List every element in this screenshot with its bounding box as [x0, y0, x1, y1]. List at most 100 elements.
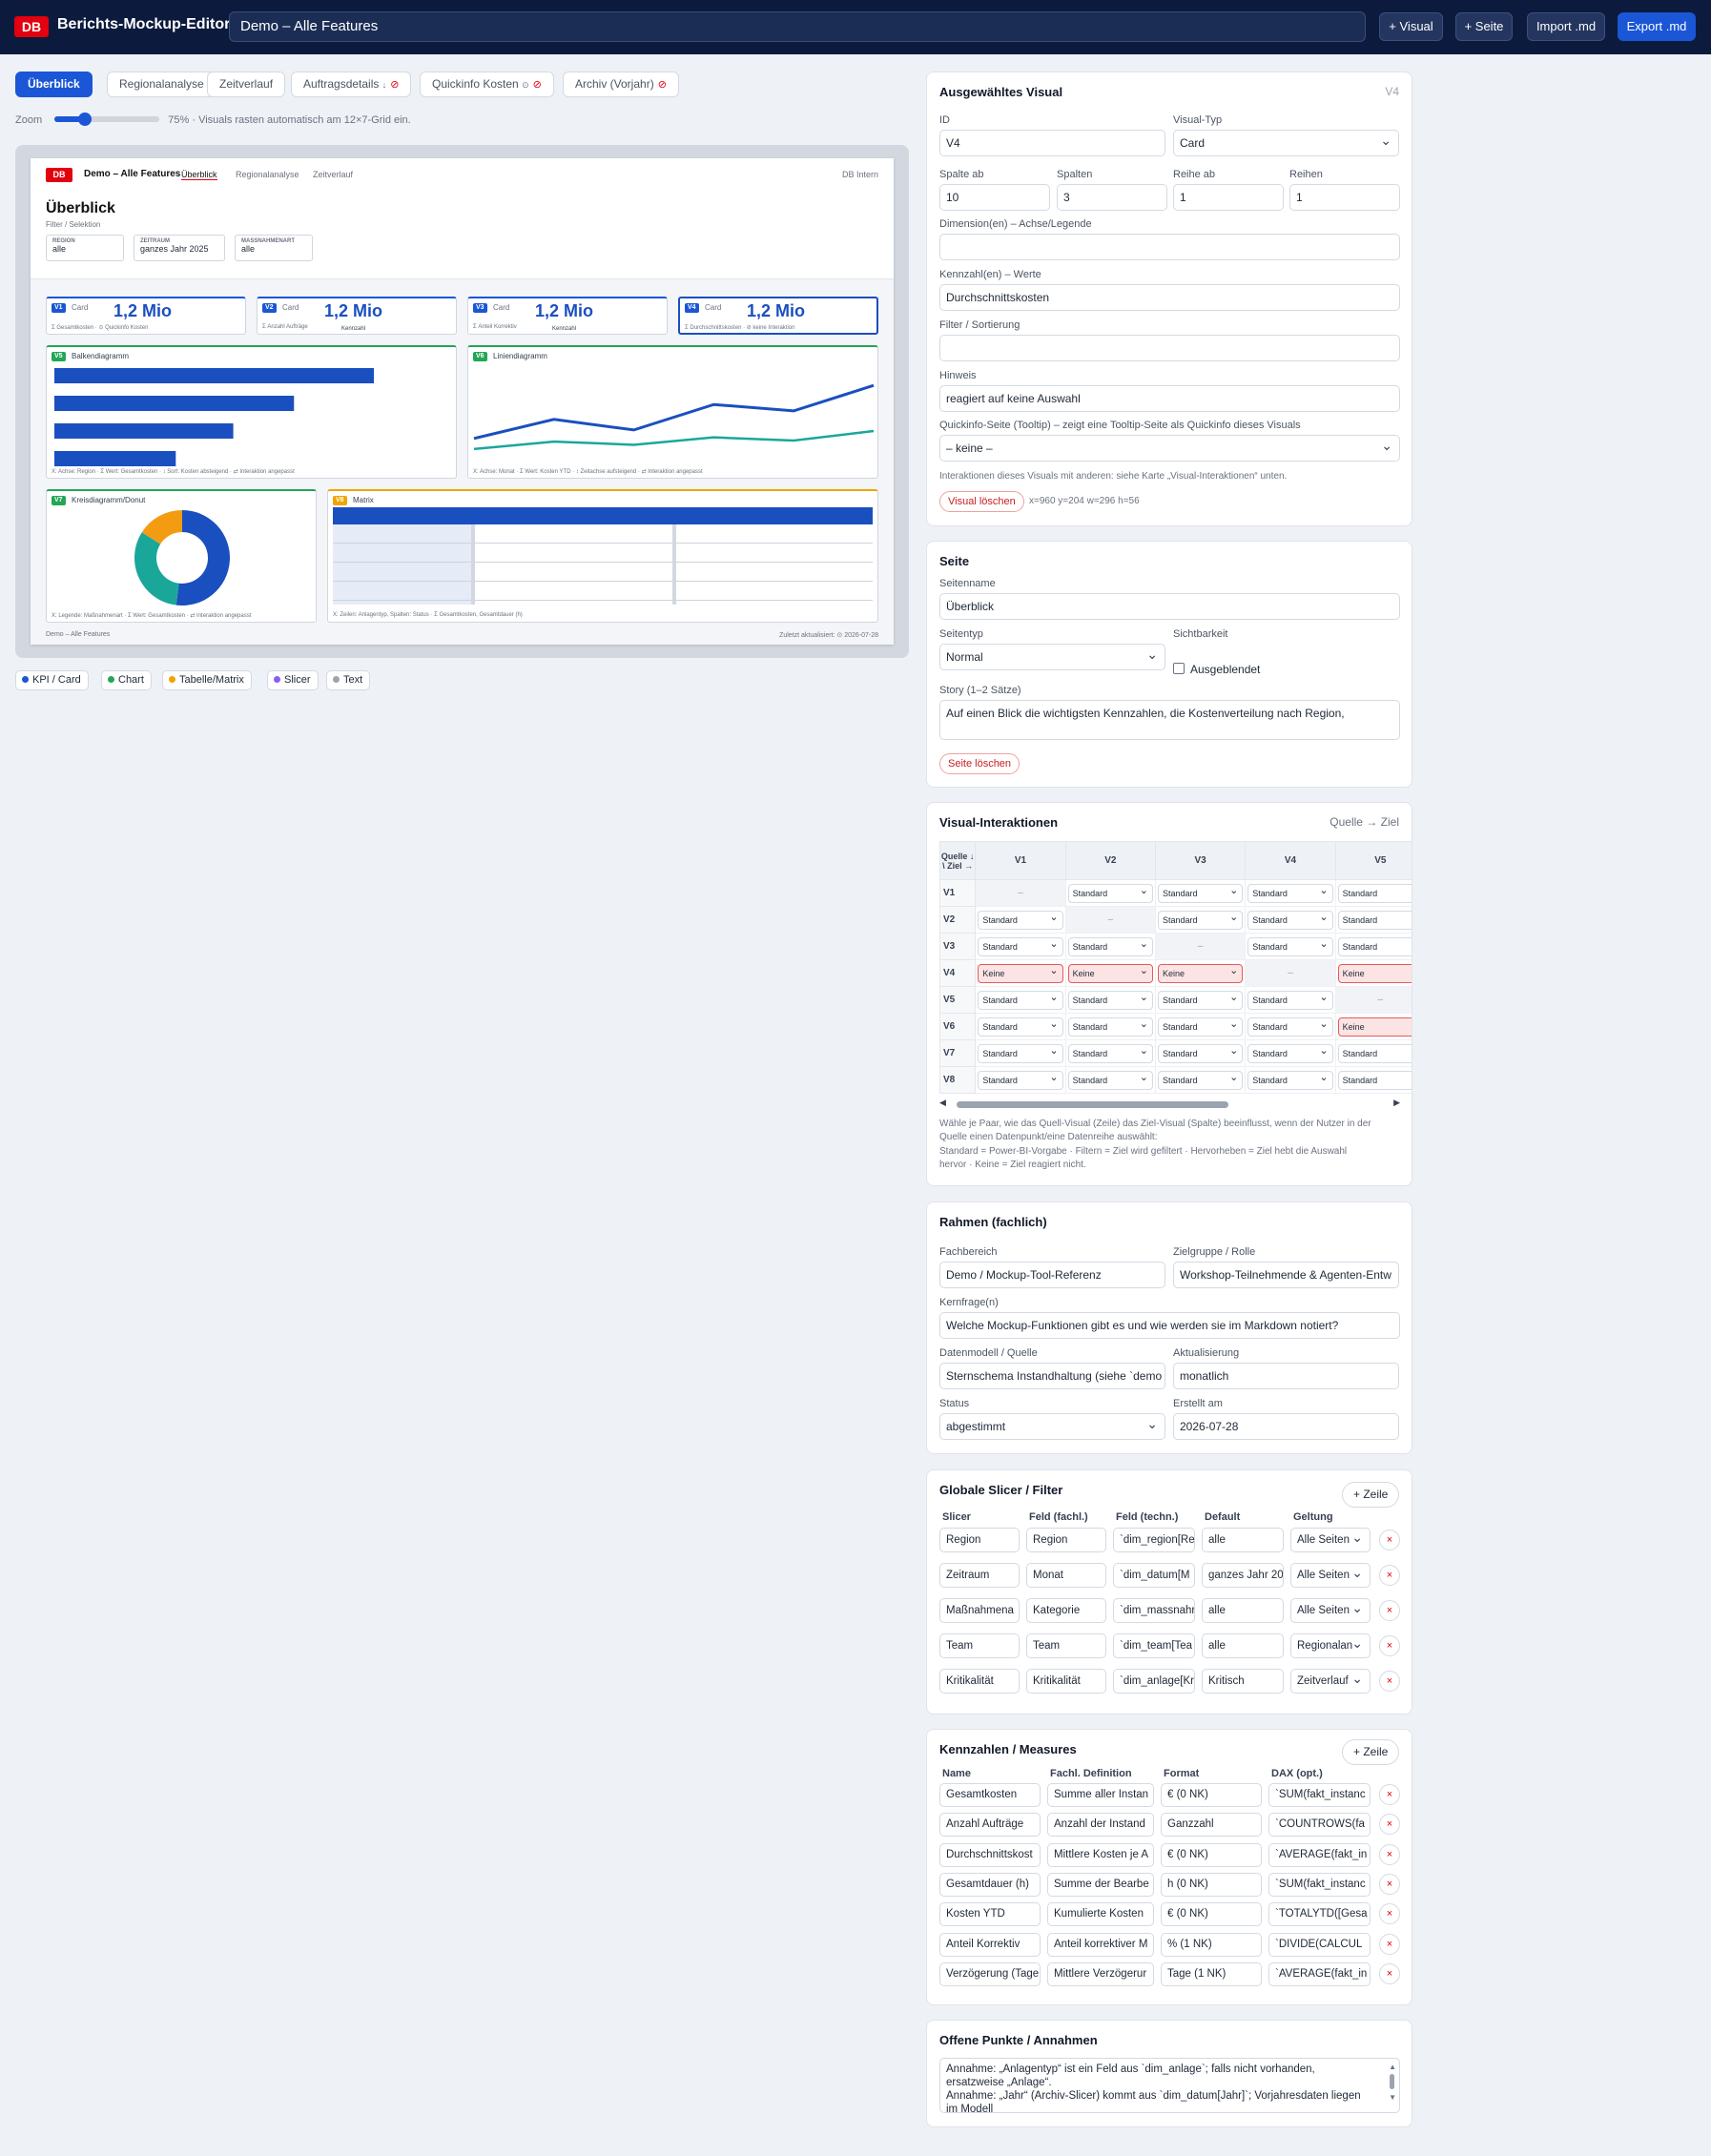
canvas-slicer-zeitraum[interactable]: ZEITRAUM ganzes Jahr 2025 [134, 235, 225, 261]
interaction-select[interactable]: Standard [1067, 1069, 1153, 1090]
measure-cell-input[interactable]: € (0 NK) [1161, 1842, 1262, 1867]
scrollbar-thumb[interactable] [957, 1101, 1228, 1108]
delete-row-icon[interactable]: × [1379, 1565, 1400, 1586]
visual-bar-chart-v5[interactable]: V5 Balkendiagramm X: Achse: Region · Σ W… [46, 345, 457, 479]
interaction-select[interactable]: Standard [1337, 909, 1412, 930]
tooltip-page-select[interactable]: – keine – [939, 435, 1400, 462]
slicer-cell-input[interactable]: alle [1202, 1633, 1284, 1658]
delete-row-icon[interactable]: × [1379, 1600, 1400, 1621]
status-select[interactable]: abgestimmt [939, 1413, 1165, 1440]
column-span-input[interactable]: 3 [1057, 184, 1167, 211]
interaction-select[interactable]: Standard [1067, 882, 1153, 903]
measure-cell-input[interactable]: Anteil Korrektiv [939, 1932, 1041, 1957]
interaction-select[interactable]: Keine [978, 962, 1063, 983]
add-visual-button[interactable]: + Visual [1379, 12, 1443, 41]
canvas-nav-ueberblick[interactable]: Überblick [181, 170, 217, 180]
horizontal-scrollbar[interactable]: ◀ ▶ [939, 1098, 1400, 1109]
data-model-input[interactable]: Sternschema Instandhaltung (siehe `demo [939, 1363, 1165, 1389]
refresh-input[interactable]: monatlich [1173, 1363, 1399, 1389]
interaction-select[interactable]: Standard [978, 1016, 1063, 1037]
slicer-cell-input[interactable]: Team [1026, 1633, 1106, 1658]
interaction-select[interactable]: Standard [978, 1069, 1063, 1090]
measure-cell-input[interactable]: Mittlere Verzögerur [1047, 1961, 1154, 1986]
interaction-select[interactable]: Standard [1247, 935, 1333, 956]
measure-input[interactable]: Durchschnittskosten [939, 284, 1400, 311]
interaction-select[interactable]: Standard [1157, 882, 1244, 903]
slicer-cell-input[interactable]: `dim_region[Re [1113, 1528, 1195, 1552]
hidden-checkbox[interactable] [1173, 663, 1185, 674]
canvas-slicer-region[interactable]: REGION alle [46, 235, 124, 261]
add-measure-row-button[interactable]: + Zeile [1342, 1739, 1400, 1765]
delete-row-icon[interactable]: × [1379, 1784, 1400, 1805]
measure-cell-input[interactable]: Durchschnittskost [939, 1842, 1041, 1867]
delete-row-icon[interactable]: × [1379, 1933, 1400, 1955]
measure-cell-input[interactable]: € (0 NK) [1161, 1783, 1262, 1807]
measure-cell-input[interactable]: `SUM(fakt_instanc [1268, 1783, 1371, 1807]
zoom-slider-handle[interactable] [77, 113, 92, 126]
delete-visual-button[interactable]: Visual löschen [939, 491, 1024, 512]
delete-row-icon[interactable]: × [1379, 1814, 1400, 1836]
visual-card-v2[interactable]: V2 Card 1,2 Mio Σ Anzahl Aufträge Kennza… [257, 297, 457, 335]
story-textarea[interactable]: Auf einen Blick die wichtigsten Kennzahl… [939, 700, 1400, 740]
measure-cell-input[interactable]: `AVERAGE(fakt_in [1268, 1842, 1371, 1867]
interaction-select[interactable]: Standard [1337, 935, 1412, 956]
measure-cell-input[interactable]: `SUM(fakt_instanc [1268, 1872, 1371, 1897]
slicer-cell-input[interactable]: alle [1202, 1598, 1284, 1623]
audience-input[interactable]: Workshop-Teilnehmende & Agenten-Entw [1173, 1262, 1399, 1288]
export-md-button[interactable]: Export .md [1618, 12, 1696, 41]
interaction-select[interactable]: Standard [1067, 1042, 1153, 1063]
measure-cell-input[interactable]: Kosten YTD [939, 1902, 1041, 1927]
scrollbar-thumb[interactable] [1390, 2074, 1394, 2089]
visual-card-v4-selected[interactable]: V4 Card 1,2 Mio Σ Durchschnittskosten · … [678, 297, 878, 335]
report-title-input[interactable]: Demo – Alle Features [229, 11, 1366, 42]
delete-row-icon[interactable]: × [1379, 1843, 1400, 1865]
delete-row-icon[interactable]: × [1379, 1903, 1400, 1925]
interaction-select[interactable]: Keine [1067, 962, 1153, 983]
measure-cell-input[interactable]: Anzahl Aufträge [939, 1813, 1041, 1838]
slicer-cell-input[interactable]: alle [1202, 1528, 1284, 1552]
visual-card-v3[interactable]: V3 Card 1,2 Mio Σ Anteil Korrektiv Kennz… [467, 297, 668, 335]
add-page-button[interactable]: + Seite [1455, 12, 1513, 41]
slicer-cell-input[interactable]: `dim_team[Tea [1113, 1633, 1195, 1658]
slicer-cell-input[interactable]: Maßnahmena [939, 1598, 1020, 1623]
filter-sort-input[interactable] [939, 335, 1400, 361]
measure-cell-input[interactable]: h (0 NK) [1161, 1872, 1262, 1897]
visual-type-select[interactable]: Card [1173, 130, 1399, 156]
slicer-cell-input[interactable]: Region [939, 1528, 1020, 1552]
interaction-select[interactable]: Standard [1247, 989, 1333, 1010]
interaction-select[interactable]: Standard [1067, 989, 1153, 1010]
interaction-select[interactable]: Standard [978, 909, 1063, 930]
created-date-input[interactable]: 2026-07-28 [1173, 1413, 1399, 1440]
measure-cell-input[interactable]: `AVERAGE(fakt_in [1268, 1961, 1371, 1986]
delete-row-icon[interactable]: × [1379, 1873, 1400, 1895]
tab-ueberblick[interactable]: Überblick [15, 72, 93, 97]
measure-cell-input[interactable]: Anzahl der Instand [1047, 1813, 1154, 1838]
measure-cell-input[interactable]: `COUNTROWS(fa [1268, 1813, 1371, 1838]
slicer-cell-input[interactable]: Team [939, 1633, 1020, 1658]
tab-quickinfo-kosten[interactable]: Quickinfo Kosten ⊙ ⊘ [420, 72, 554, 97]
delete-row-icon[interactable]: × [1379, 1962, 1400, 1984]
slicer-cell-input[interactable]: Kategorie [1026, 1598, 1106, 1623]
measure-cell-input[interactable]: `DIVIDE(CALCUL [1268, 1932, 1371, 1957]
canvas-slicer-massnahmenart[interactable]: MASSNAHMENART alle [235, 235, 313, 261]
canvas-nav-zeitverlauf[interactable]: Zeitverlauf [313, 170, 353, 179]
slicer-cell-input[interactable]: Zeitraum [939, 1563, 1020, 1588]
interaction-select[interactable]: Keine [1337, 1016, 1412, 1037]
delete-row-icon[interactable]: × [1379, 1530, 1400, 1550]
measure-cell-input[interactable]: Mittlere Kosten je A [1047, 1842, 1154, 1867]
interaction-select[interactable]: Standard [1247, 909, 1333, 930]
delete-row-icon[interactable]: × [1379, 1635, 1400, 1656]
scroll-up-icon[interactable]: ▲ [1389, 2061, 1396, 2074]
slicer-scope-select[interactable]: Alle Seiten [1290, 1528, 1371, 1552]
tab-zeitverlauf[interactable]: Zeitverlauf [207, 72, 286, 97]
interaction-select[interactable]: Standard [1157, 1016, 1244, 1037]
row-start-input[interactable]: 1 [1173, 184, 1284, 211]
tab-regionalanalyse[interactable]: Regionalanalyse [107, 72, 216, 97]
slicer-scope-select[interactable]: Zeitverlauf [1290, 1669, 1371, 1694]
interaction-select[interactable]: Keine [1337, 962, 1412, 983]
canvas-nav-regionalanalyse[interactable]: Regionalanalyse [236, 170, 299, 179]
interaction-select[interactable]: Standard [1337, 882, 1412, 903]
slicer-cell-input[interactable]: `dim_datum[M [1113, 1563, 1195, 1588]
interaction-select[interactable]: Standard [1157, 989, 1244, 1010]
interaction-select[interactable]: Standard [1247, 1016, 1333, 1037]
